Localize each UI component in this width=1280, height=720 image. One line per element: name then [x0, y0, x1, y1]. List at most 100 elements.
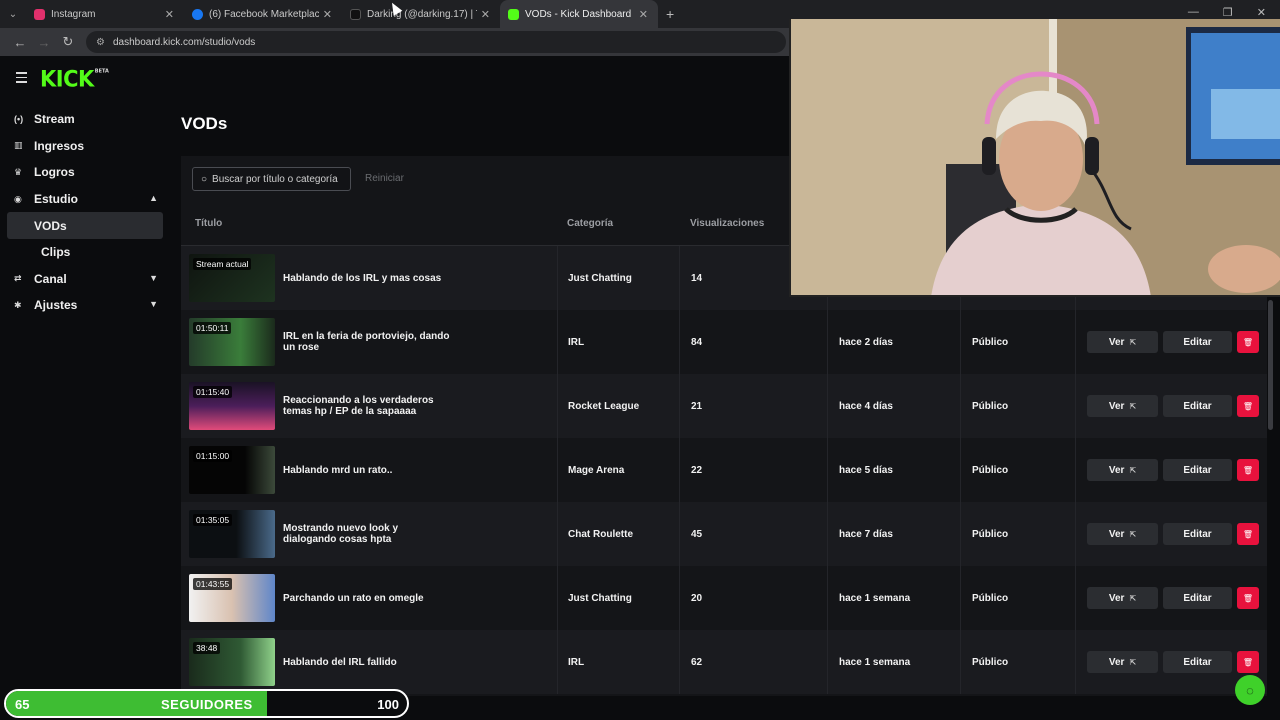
edit-button[interactable]: Editar [1163, 395, 1232, 417]
vod-thumbnail[interactable]: 01:50:11 [189, 318, 275, 366]
vod-views: 45 [691, 529, 703, 540]
sidebar-item-canal[interactable]: ⇄ Canal ▼ [0, 266, 170, 293]
view-button[interactable]: Ver ⇱ [1087, 523, 1158, 545]
vod-title[interactable]: Hablando mrd un rato.. [283, 438, 453, 502]
sidebar-item-stream[interactable]: (•) Stream [0, 106, 170, 133]
close-tab-icon[interactable]: ✕ [639, 8, 648, 21]
view-button-label: Ver [1108, 656, 1125, 668]
view-button[interactable]: Ver ⇱ [1087, 587, 1158, 609]
external-link-icon: ⇱ [1129, 337, 1137, 347]
chevron-down-icon[interactable]: ▼ [149, 299, 158, 309]
close-tab-icon[interactable]: ✕ [165, 8, 174, 21]
edit-button[interactable]: Editar [1163, 523, 1232, 545]
delete-button[interactable]: 🗑 [1237, 587, 1259, 609]
column-divider [1075, 374, 1076, 438]
forward-arrow-icon[interactable]: → [32, 35, 56, 50]
vod-thumbnail[interactable]: 38:48 [189, 638, 275, 686]
hamburger-menu-icon[interactable] [16, 72, 27, 86]
browser-tab[interactable]: (6) Facebook Marketplace | Fac ✕ [184, 0, 342, 28]
vod-thumbnail[interactable]: 01:43:55 [189, 574, 275, 622]
search-box[interactable]: ○ [192, 167, 351, 191]
tab-title: (6) Facebook Marketplace | Fac [209, 8, 319, 20]
delete-button[interactable]: 🗑 [1237, 331, 1259, 353]
reset-button[interactable]: Reiniciar [365, 173, 404, 184]
column-divider [679, 246, 680, 310]
vod-thumbnail[interactable]: 01:15:40 [189, 382, 275, 430]
view-button-label: Ver [1108, 400, 1125, 412]
search-icon: ○ [201, 173, 208, 185]
vod-title[interactable]: Hablando del IRL fallido [283, 630, 453, 694]
close-tab-icon[interactable]: ✕ [481, 8, 490, 21]
edit-button[interactable]: Editar [1163, 331, 1232, 353]
tab-search-chevron-icon[interactable]: ⌄ [0, 0, 26, 28]
vod-title[interactable]: IRL en la feria de portoviejo, dando un … [283, 310, 453, 374]
browser-tab[interactable]: Darking (@darking.17) | TikTok ✕ [342, 0, 500, 28]
search-input[interactable] [212, 173, 341, 185]
column-divider [557, 438, 558, 502]
table-row[interactable]: 01:35:05 Mostrando nuevo look y dialogan… [181, 502, 1267, 566]
sidebar-item-label: Estudio [34, 192, 78, 207]
close-tab-icon[interactable]: ✕ [323, 8, 332, 21]
table-row[interactable]: 38:48 Hablando del IRL fallido IRL 62 hace … [181, 630, 1267, 694]
sidebar-item-logros[interactable]: ♛ Logros [0, 159, 170, 186]
vod-title[interactable]: Mostrando nuevo look y dialogando cosas … [283, 502, 453, 566]
window-controls: — ❐ ✕ [1188, 6, 1266, 19]
view-button[interactable]: Ver ⇱ [1087, 459, 1158, 481]
sidebar-item-ajustes[interactable]: ✱ Ajustes ▼ [0, 292, 170, 319]
view-button[interactable]: Ver ⇱ [1087, 651, 1158, 673]
support-chat-button[interactable]: ◌ [1235, 675, 1265, 705]
url-field[interactable]: ⚙ dashboard.kick.com/studio/vods [86, 31, 786, 53]
back-arrow-icon[interactable]: ← [8, 35, 32, 50]
chevron-down-icon[interactable]: ▼ [149, 273, 158, 283]
table-row[interactable]: 01:15:40 Reaccionando a los verdaderos t… [181, 374, 1267, 438]
column-header-views[interactable]: Visualizaciones [690, 218, 764, 229]
column-divider [827, 374, 828, 438]
view-button[interactable]: Ver ⇱ [1087, 331, 1158, 353]
delete-button[interactable]: 🗑 [1237, 459, 1259, 481]
vod-date: hace 7 días [839, 529, 893, 540]
sidebar-item-label: Clips [41, 245, 71, 260]
edit-button[interactable]: Editar [1163, 587, 1232, 609]
column-divider [557, 374, 558, 438]
browser-tab-active[interactable]: VODs - Kick Dashboard ✕ [500, 0, 658, 28]
sidebar-item-ingresos[interactable]: ▥ Ingresos [0, 133, 170, 160]
vod-thumbnail[interactable]: 01:15:00 [189, 446, 275, 494]
table-row[interactable]: 01:50:11 IRL en la feria de portoviejo, … [181, 310, 1267, 374]
vod-thumbnail[interactable]: Stream actual [189, 254, 275, 302]
edit-button[interactable]: Editar [1163, 459, 1232, 481]
delete-button[interactable]: 🗑 [1237, 523, 1259, 545]
sidebar-item-vods[interactable]: VODs [7, 212, 163, 239]
sidebar-item-clips[interactable]: Clips [7, 239, 163, 266]
facebook-favicon-icon [192, 8, 203, 20]
vod-title[interactable]: Hablando de los IRL y mas cosas [283, 246, 453, 310]
browser-tab[interactable]: Instagram ✕ [26, 0, 184, 28]
vod-category: Just Chatting [568, 273, 632, 284]
restore-icon[interactable]: ❐ [1223, 6, 1233, 19]
trash-icon: 🗑 [1242, 401, 1254, 411]
delete-button[interactable]: 🗑 [1237, 651, 1259, 673]
view-button-label: Ver [1108, 528, 1125, 540]
external-link-icon: ⇱ [1129, 465, 1137, 475]
new-tab-plus-icon[interactable]: + [666, 6, 674, 22]
column-header-title[interactable]: Título [195, 218, 222, 229]
vod-title[interactable]: Reaccionando a los verdaderos temas hp /… [283, 374, 453, 438]
delete-button[interactable]: 🗑 [1237, 395, 1259, 417]
edit-button[interactable]: Editar [1163, 651, 1232, 673]
sidebar-item-estudio[interactable]: ◉ Estudio ▲ [0, 186, 170, 213]
vod-thumbnail[interactable]: 01:35:05 [189, 510, 275, 558]
vod-title[interactable]: Parchando un rato en omegle [283, 566, 453, 630]
scrollbar[interactable] [1268, 300, 1273, 430]
minimize-icon[interactable]: — [1188, 6, 1199, 19]
site-settings-icon[interactable]: ⚙ [96, 37, 105, 48]
column-divider [1075, 502, 1076, 566]
reload-icon[interactable]: ↻ [56, 34, 80, 50]
chevron-up-icon[interactable]: ▲ [149, 193, 158, 203]
table-row[interactable]: 01:43:55 Parchando un rato en omegle Just… [181, 566, 1267, 630]
external-link-icon: ⇱ [1129, 529, 1137, 539]
kick-logo[interactable]: KICKBETA [40, 66, 109, 91]
view-button[interactable]: Ver ⇱ [1087, 395, 1158, 417]
close-window-icon[interactable]: ✕ [1257, 6, 1266, 19]
column-header-category[interactable]: Categoría [567, 218, 613, 229]
table-row[interactable]: 01:15:00 Hablando mrd un rato.. Mage Aren… [181, 438, 1267, 502]
column-divider [960, 374, 961, 438]
